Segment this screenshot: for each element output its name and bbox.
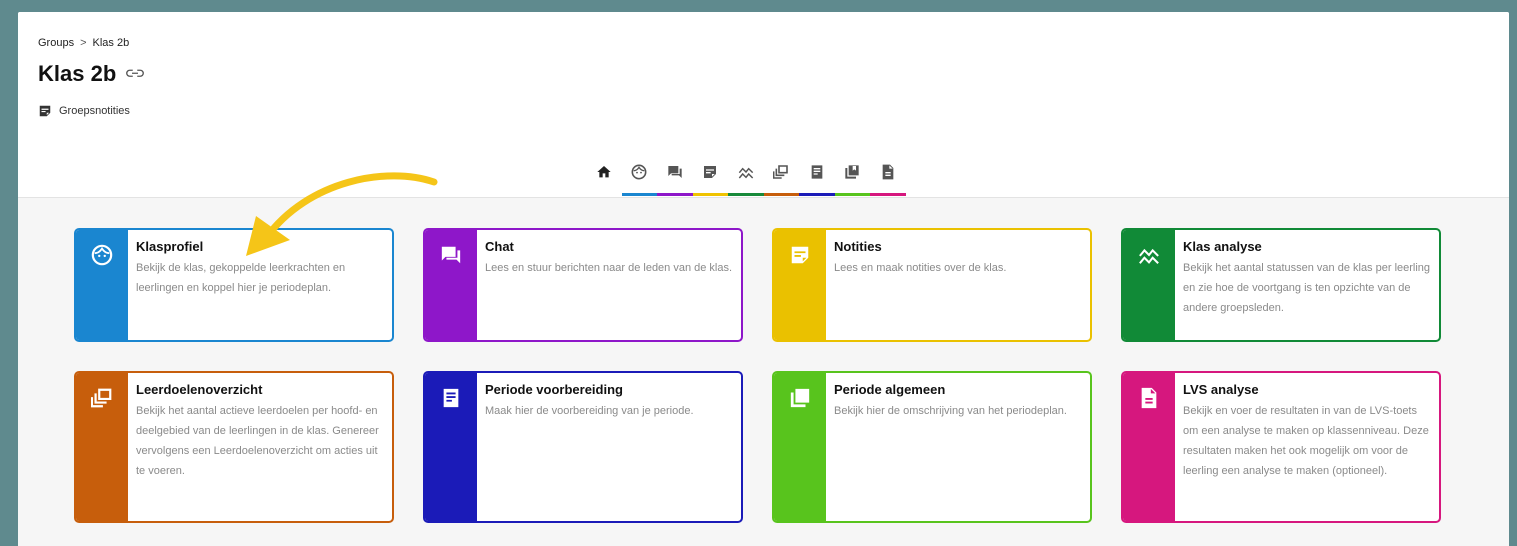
group-notes-label: Groepsnotities: [59, 105, 130, 117]
tab-indicator: [799, 193, 835, 196]
note-icon: [702, 164, 718, 180]
card-icon-strip: [774, 230, 826, 340]
module-tabs: [586, 162, 906, 196]
card-icon-strip: [76, 373, 128, 521]
card-icon-strip: [425, 373, 477, 521]
tab-klas-analyse[interactable]: [728, 162, 764, 196]
calendar-icon: [440, 387, 462, 409]
card-title: LVS analyse: [1183, 382, 1259, 397]
face-icon: [631, 164, 647, 180]
page-title-row: Klas 2b: [38, 61, 144, 87]
tab-klasprofiel[interactable]: [621, 162, 657, 196]
card-title: Chat: [485, 239, 514, 254]
card-description: Bekijk het aantal actieve leerdoelen per…: [136, 405, 379, 477]
link-icon[interactable]: [126, 67, 144, 81]
app-window: Groups > Klas 2b Klas 2b Groepsnotities: [18, 12, 1509, 546]
page-header: Groups > Klas 2b Klas 2b Groepsnotities: [18, 12, 1509, 198]
card-icon-strip: [1123, 373, 1175, 521]
module-card-grid: Klasprofiel Bekijk de klas, gekoppelde l…: [74, 228, 1441, 523]
breadcrumb: Groups > Klas 2b: [38, 37, 129, 49]
goals-icon: [91, 387, 113, 409]
tab-home[interactable]: [586, 162, 622, 196]
face-icon: [91, 244, 113, 266]
tab-indicator: [692, 193, 728, 196]
card-description: Bekijk en voer de resultaten in van de L…: [1183, 405, 1429, 477]
tab-lvs-analyse[interactable]: [870, 162, 906, 196]
card-description: Maak hier de voorbereiding van je period…: [485, 405, 694, 417]
breadcrumb-groups[interactable]: Groups: [38, 37, 74, 49]
document-icon: [1138, 387, 1160, 409]
chart-icon: [738, 164, 754, 180]
card-title: Notities: [834, 239, 882, 254]
chat-icon: [667, 164, 683, 180]
calendar-icon: [809, 164, 825, 180]
card-title: Periode voorbereiding: [485, 382, 623, 397]
tab-indicator: [834, 193, 870, 196]
card-title: Periode algemeen: [834, 382, 946, 397]
breadcrumb-separator: >: [80, 37, 87, 49]
tab-indicator: [621, 193, 657, 196]
tab-indicator: [586, 193, 622, 196]
goals-icon: [773, 164, 789, 180]
card-klas-analyse[interactable]: Klas analyse Bekijk het aantal statussen…: [1121, 228, 1441, 342]
book-icon: [844, 164, 860, 180]
card-leerdoelenoverzicht[interactable]: Leerdoelenoverzicht Bekijk het aantal ac…: [74, 371, 394, 523]
card-icon-strip: [76, 230, 128, 340]
card-icon-strip: [1123, 230, 1175, 340]
tab-periode-algemeen[interactable]: [834, 162, 870, 196]
card-periode-algemeen[interactable]: Periode algemeen Bekijk hier de omschrij…: [772, 371, 1092, 523]
breadcrumb-current: Klas 2b: [92, 37, 130, 49]
card-description: Bekijk hier de omschrijving van het peri…: [834, 405, 1067, 417]
note-icon: [38, 104, 52, 118]
tab-indicator: [657, 193, 693, 196]
tab-leerdoelenoverzicht[interactable]: [763, 162, 799, 196]
tab-indicator: [728, 193, 764, 196]
book-icon: [789, 387, 811, 409]
card-icon-strip: [774, 373, 826, 521]
card-notities[interactable]: Notities Lees en maak notities over de k…: [772, 228, 1092, 342]
home-icon: [596, 164, 612, 180]
card-description: Lees en stuur berichten naar de leden va…: [485, 262, 733, 274]
card-lvs-analyse[interactable]: LVS analyse Bekijk en voer de resultaten…: [1121, 371, 1441, 523]
tab-notities[interactable]: [692, 162, 728, 196]
tab-periode-voorbereiding[interactable]: [799, 162, 835, 196]
group-notes-link[interactable]: Groepsnotities: [38, 104, 130, 118]
card-title: Klas analyse: [1183, 239, 1262, 254]
card-title: Leerdoelenoverzicht: [136, 382, 263, 397]
document-icon: [880, 164, 896, 180]
tab-indicator: [870, 193, 906, 196]
annotation-arrow-icon: [246, 172, 438, 256]
card-description: Lees en maak notities over de klas.: [834, 262, 1007, 274]
card-chat[interactable]: Chat Lees en stuur berichten naar de led…: [423, 228, 743, 342]
tab-indicator: [763, 193, 799, 196]
tab-chat[interactable]: [657, 162, 693, 196]
page-title: Klas 2b: [38, 61, 117, 86]
card-description: Bekijk het aantal statussen van de klas …: [1183, 262, 1431, 314]
chart-icon: [1138, 244, 1160, 266]
note-icon: [789, 244, 811, 266]
card-periode-voorbereiding[interactable]: Periode voorbereiding Maak hier de voorb…: [423, 371, 743, 523]
